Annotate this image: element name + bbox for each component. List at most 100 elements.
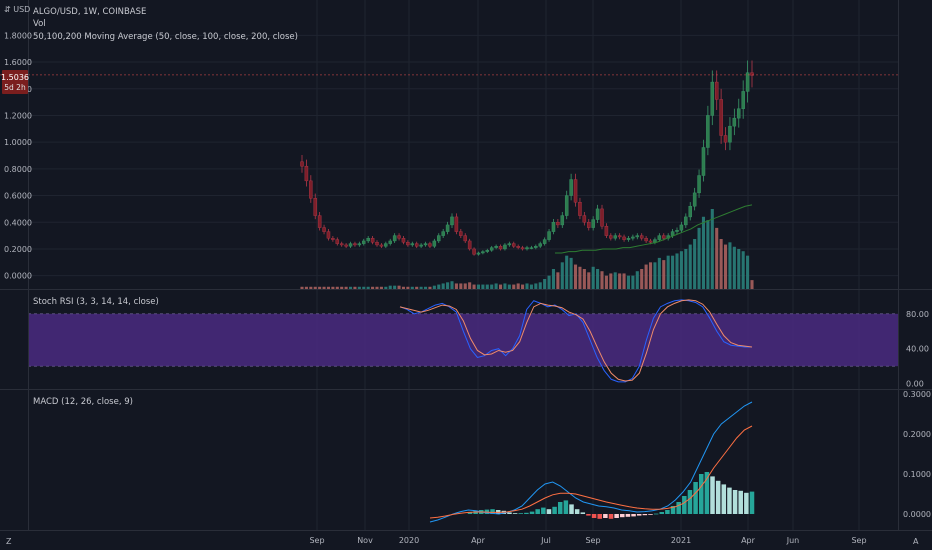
candle-body: [714, 81, 719, 100]
stoch-tick-label: 80.00: [906, 310, 929, 319]
candle-body: [326, 231, 331, 239]
candle-body: [481, 251, 485, 254]
volume-bar: [684, 249, 688, 289]
volume-bar: [710, 209, 714, 289]
currency-label[interactable]: ⇵ USD: [4, 5, 30, 14]
candle-body: [723, 135, 728, 143]
candle-body: [476, 252, 481, 255]
candle-body: [445, 224, 450, 232]
volume-bar: [322, 286, 326, 289]
candle-body: [419, 244, 423, 247]
macd-histogram-bar: [693, 482, 698, 514]
volume-bar: [534, 283, 538, 289]
candle-body: [679, 224, 684, 231]
volume-bar: [432, 285, 436, 289]
macd-histogram-bar: [620, 514, 625, 518]
volume-bar: [463, 283, 467, 289]
macd-legend[interactable]: MACD (12, 26, close, 9): [33, 397, 133, 407]
candle-body: [662, 235, 666, 239]
macd-histogram-bar: [529, 511, 535, 514]
volume-bar: [476, 284, 481, 289]
price-tick-label: 1.2000: [4, 111, 32, 120]
macd-histogram-bar: [625, 514, 631, 517]
volume-bar: [618, 273, 622, 289]
ma-legend[interactable]: 50,100,200 Moving Average (50, close, 10…: [33, 32, 298, 42]
stoch-rsi-legend[interactable]: Stoch RSI (3, 3, 14, 14, close): [33, 297, 159, 307]
candle-body: [498, 246, 503, 250]
macd-histogram-bar: [665, 510, 670, 514]
macd-histogram-bar: [732, 490, 738, 514]
volume-bar: [697, 227, 701, 289]
candle-body: [441, 231, 445, 236]
macd-tick-label: 0.1000: [903, 470, 931, 479]
volume-bar: [362, 286, 366, 289]
candle-body: [406, 242, 410, 246]
stoch-rsi-pane[interactable]: [28, 299, 898, 383]
zoom-icon[interactable]: Z: [6, 537, 12, 546]
candle-body: [353, 243, 357, 246]
volume-bar: [565, 255, 569, 289]
volume-bar: [304, 286, 308, 289]
candle-body: [595, 208, 600, 220]
candle-body: [617, 235, 622, 238]
volume-bar: [587, 272, 591, 289]
volume-bar: [446, 282, 450, 289]
macd-histogram-bar: [687, 490, 693, 514]
candle-body: [348, 243, 353, 247]
volume-legend[interactable]: Vol: [33, 19, 46, 29]
volume-bar: [375, 286, 379, 289]
volume-bar: [675, 253, 679, 289]
macd-axis[interactable]: 0.3000 0.2000 0.1000 0.0000: [903, 390, 931, 519]
candle-body: [710, 81, 715, 116]
volume-bar: [472, 284, 476, 289]
candle-body: [582, 215, 587, 223]
stoch-rsi-band: [28, 313, 898, 367]
volume-bar: [340, 286, 344, 289]
candle-body: [547, 231, 551, 240]
volume-bar: [468, 282, 472, 289]
candle-body: [375, 242, 379, 246]
volume-bar: [732, 246, 736, 289]
macd-histogram-bar: [557, 502, 563, 514]
candle-body: [384, 243, 388, 247]
volume-bar: [441, 283, 445, 289]
macd-histogram-bar: [563, 500, 569, 514]
auto-scale-icon[interactable]: A: [913, 537, 919, 546]
macd-histogram-bar: [653, 513, 659, 515]
candle-body: [322, 227, 326, 232]
price-pane[interactable]: [0, 60, 898, 289]
volume-bar: [715, 227, 719, 289]
candle-body: [414, 243, 419, 247]
price-tick-label: 1.8000: [4, 31, 32, 40]
volume-bar: [622, 273, 626, 289]
stoch-axis[interactable]: 80.00 40.00 0.00: [906, 310, 929, 389]
volume-bar: [318, 286, 322, 289]
volume-bar: [406, 286, 410, 289]
volume-bar: [666, 255, 670, 289]
time-tick-label: 2021: [671, 536, 691, 545]
symbol-title[interactable]: ALGO/USD, 1W, COINBASE: [33, 7, 146, 17]
macd-histogram-bar: [659, 512, 665, 514]
candle-body: [366, 238, 370, 242]
price-badge-countdown: 5d 2h: [4, 83, 26, 92]
volume-bar: [309, 286, 313, 289]
volume-bar: [428, 286, 432, 289]
volume-bar: [512, 284, 516, 289]
macd-histogram-bar: [574, 509, 580, 514]
candle-body: [423, 243, 428, 246]
volume-bar: [397, 285, 401, 289]
candle-body: [454, 216, 459, 232]
price-axis[interactable]: 1.80001.60001.40001.20001.00000.80000.60…: [4, 31, 32, 280]
candle-body: [688, 206, 692, 218]
volume-bar: [543, 279, 547, 289]
candle-body: [463, 235, 467, 242]
volume-bar: [353, 286, 357, 289]
price-tick-label: 0.4000: [4, 218, 32, 227]
volume-bar: [723, 244, 728, 289]
price-badge: 1.5036 5d 2h: [1, 70, 29, 94]
macd-histogram-bar: [518, 513, 524, 514]
volume-bar: [556, 272, 560, 289]
macd-pane[interactable]: [429, 401, 755, 523]
time-axis[interactable]: Sep Nov 2020 Apr Jul Sep 2021 Apr Jun Sep: [309, 536, 866, 545]
candle-body: [432, 240, 437, 247]
